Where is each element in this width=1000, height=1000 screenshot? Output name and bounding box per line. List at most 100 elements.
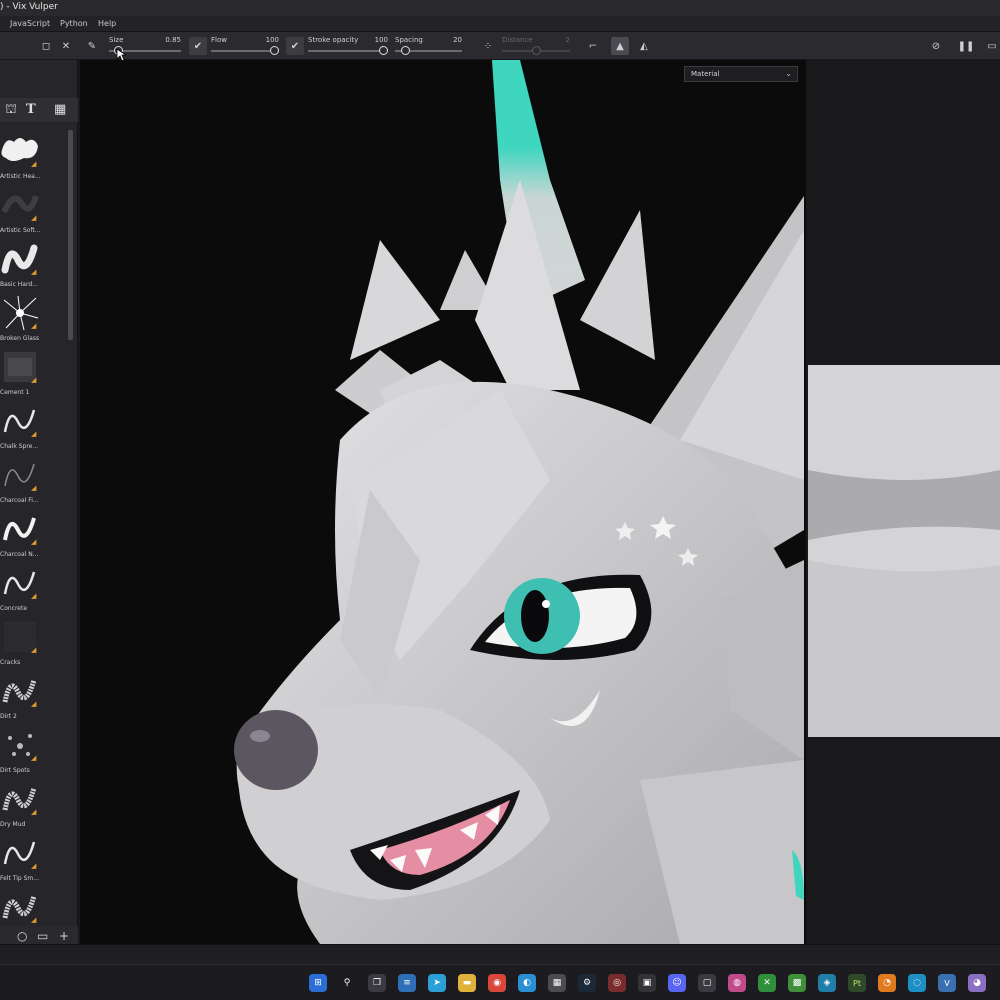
material-badge-icon: ◢ [31,376,37,384]
app-icon-6[interactable]: ◌ [908,974,926,992]
brush-label: Concrete [0,605,28,612]
app-icon-5[interactable]: ◈ [818,974,836,992]
brush-item[interactable]: ◢ Cement 1 [0,346,68,400]
brush-item[interactable]: ◢ Dirt Spots [0,724,68,778]
brush-label: Felt Tip Sm... [0,875,39,882]
app-icon-7[interactable]: V [938,974,956,992]
texture-preview[interactable] [806,60,1000,944]
brush-item[interactable]: ◢ Broken Glass [0,292,68,346]
channel-select[interactable]: Material ⌄ [684,66,798,82]
painter-app: ) - Vix Vulper JavaScript Python Help ◻ … [0,0,1000,1000]
stroke-opacity-knob[interactable] [379,46,388,55]
material-badge-icon: ◢ [31,646,37,654]
brush-item[interactable]: ◢Fibers [0,886,68,930]
folder-icon[interactable]: ▭ [37,929,48,943]
flow-pressure-toggle[interactable]: ✔ [189,37,207,55]
task-view-icon[interactable]: ❐ [368,974,386,992]
camera-icon[interactable]: ▭ [984,38,1000,54]
stroke-opacity-label: Stroke opacity [308,36,359,44]
chrome-icon[interactable]: ◉ [488,974,506,992]
viewport-2d[interactable] [806,60,1000,944]
close-icon[interactable]: ✕ [58,38,74,54]
brush-item[interactable]: ◢ Basic Hard... [0,238,68,292]
opacity-pressure-toggle[interactable]: ✔ [286,37,304,55]
shelf-scrollbar[interactable] [68,130,73,340]
start-menu-icon[interactable]: ⊞ [309,974,327,992]
app-icon-3[interactable]: ▢ [698,974,716,992]
stroke-opacity-track[interactable] [308,50,388,52]
stroke-opacity-slider[interactable]: Stroke opacity 100 [308,35,388,57]
app-icon-2[interactable]: ▣ [638,974,656,992]
brush-label: Basic Hard... [0,281,38,288]
circle-icon[interactable]: ○ [17,929,27,943]
pause-icon[interactable]: ❚❚ [958,38,975,54]
app-icon-8[interactable]: ◕ [968,974,986,992]
menu-javascript[interactable]: JavaScript [10,19,50,28]
brush-item[interactable]: ◢ Concrete [0,562,68,616]
brush-label: Broken Glass [0,335,40,342]
material-badge-icon: ◢ [31,214,37,222]
grid-view-icon[interactable]: ▦ [54,102,66,117]
brush-item[interactable]: ◢ Chalk Spre... [0,400,68,454]
wolf-model-render[interactable] [80,60,806,944]
window-title: ) - Vix Vulper [0,2,58,12]
steam-icon[interactable]: ⚙ [578,974,596,992]
file-explorer-icon[interactable]: ▬ [458,974,476,992]
brush-item[interactable]: ◢ Cracks [0,616,68,670]
xbox-icon[interactable]: ✕ [758,974,776,992]
brush-item[interactable]: ◢ Dry Mud [0,778,68,832]
viewport-3d[interactable]: Material ⌄ [80,60,806,944]
notepad-icon[interactable]: ≡ [398,974,416,992]
discord-icon[interactable]: ☺ [668,974,686,992]
brush-label: Chalk Spre... [0,443,39,450]
app-icon-1[interactable]: ◎ [608,974,626,992]
brush-item[interactable]: ◢ Charcoal N... [0,508,68,562]
brush-list: ◢ Artistic Hea... ◢ Artistic Soft... ◢ Basic … [0,130,68,930]
flow-slider[interactable]: Flow 100 [211,35,279,57]
text-tool-icon[interactable]: T [26,102,36,117]
edge-icon[interactable]: ◐ [518,974,536,992]
minecraft-icon[interactable]: ▩ [788,974,806,992]
brush-item[interactable]: ◢ Artistic Soft... [0,184,68,238]
distance-slider[interactable]: Distance 2 [502,35,570,57]
brush-preset-icon[interactable]: ✎ [84,38,100,54]
brush-label: Charcoal N... [0,551,39,558]
flow-value: 100 [265,36,279,44]
os-taskbar: ⊞ ⚲ ❐ ≡ ➤ ▬ ◉ ◐ ▦ ⚙ ◎ ▣ ☺ ▢ ◍ ✕ ▩ ◈ Pt ◔… [0,964,1000,1000]
search-icon[interactable]: ⚲ [338,974,356,992]
flow-knob[interactable] [270,46,279,55]
pin-icon[interactable]: ◻ [38,38,54,54]
channel-select-value: Material [691,70,720,78]
menu-python[interactable]: Python [60,19,88,28]
brush-item[interactable]: ◢ Charcoal Fi... [0,454,68,508]
menu-help[interactable]: Help [98,19,116,28]
stamp-icon[interactable]: ⛫ [5,102,17,119]
distance-knob[interactable] [532,46,541,55]
substance-painter-icon[interactable]: Pt [848,974,866,992]
brush-item[interactable]: ◢ Dirt 2 [0,670,68,724]
app-icon-4[interactable]: ◍ [728,974,746,992]
add-icon[interactable]: + [59,929,69,943]
symmetry-icon[interactable]: ▲ [611,37,629,55]
flow-label: Flow [211,36,227,44]
spacing-knob[interactable] [401,46,410,55]
spacing-slider[interactable]: Spacing 20 [395,35,462,57]
alignment-icon[interactable]: ⌐ [585,38,601,54]
telegram-icon[interactable]: ➤ [428,974,446,992]
brush-label: Artistic Soft... [0,227,40,234]
visibility-off-icon[interactable]: ⊘ [928,38,944,54]
brush-label: Charcoal Fi... [0,497,39,504]
brush-item[interactable]: ◢ Felt Tip Sm... [0,832,68,886]
lazy-mouse-icon[interactable]: ⁘ [480,38,496,54]
material-badge-icon: ◢ [31,862,37,870]
calculator-icon[interactable]: ▦ [548,974,566,992]
shelf-panel: ⛫ T ▦ ◢ Artistic Hea... ◢ Artistic Soft... ◢… [0,60,78,948]
title-bar: ) - Vix Vulper [0,0,1000,16]
backface-culling-icon[interactable]: ◭ [636,38,652,54]
flow-track[interactable] [211,50,279,52]
material-badge-icon: ◢ [31,268,37,276]
blender-icon[interactable]: ◔ [878,974,896,992]
distance-label: Distance [502,36,533,44]
brush-item[interactable]: ◢ Artistic Hea... [0,130,68,184]
material-badge-icon: ◢ [31,754,37,762]
